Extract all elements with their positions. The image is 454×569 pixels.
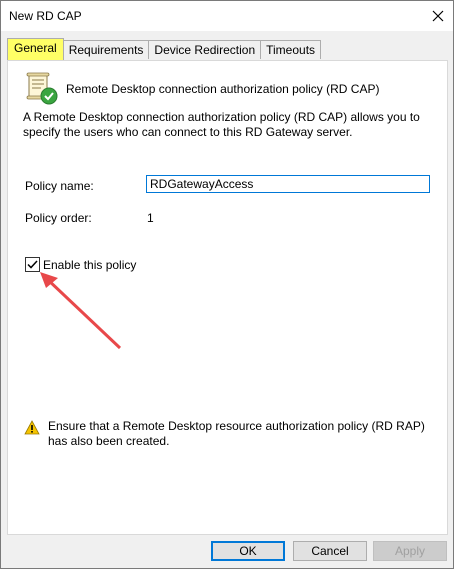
cancel-button[interactable]: Cancel	[293, 541, 367, 561]
policy-description: A Remote Desktop connection authorizatio…	[23, 110, 420, 139]
apply-button[interactable]: Apply	[373, 541, 447, 561]
rap-warning-text: Ensure that a Remote Desktop resource au…	[48, 419, 425, 448]
annotation-arrow	[40, 272, 122, 350]
tab-timeouts[interactable]: Timeouts	[260, 40, 322, 59]
policy-scroll-icon	[26, 72, 58, 105]
tab-general[interactable]: General	[7, 38, 64, 60]
policy-name-label: Policy name:	[25, 179, 94, 193]
warning-icon	[24, 420, 40, 435]
tab-device-redirection[interactable]: Device Redirection	[148, 40, 262, 59]
close-icon	[432, 10, 444, 22]
ok-button[interactable]: OK	[211, 541, 285, 561]
tab-requirements[interactable]: Requirements	[62, 40, 150, 59]
tab-strip: General Requirements Device Redirection …	[7, 38, 322, 60]
general-panel: Remote Desktop connection authorization …	[7, 60, 448, 535]
policy-order-label: Policy order:	[25, 211, 92, 225]
policy-name-input[interactable]	[146, 175, 430, 193]
policy-header: Remote Desktop connection authorization …	[66, 82, 380, 96]
dialog-window: New RD CAP General Requirements Device R…	[0, 0, 454, 569]
window-title: New RD CAP	[9, 9, 82, 23]
policy-order-value: 1	[147, 211, 154, 225]
close-button[interactable]	[423, 1, 453, 31]
title-bar: New RD CAP	[1, 1, 453, 31]
